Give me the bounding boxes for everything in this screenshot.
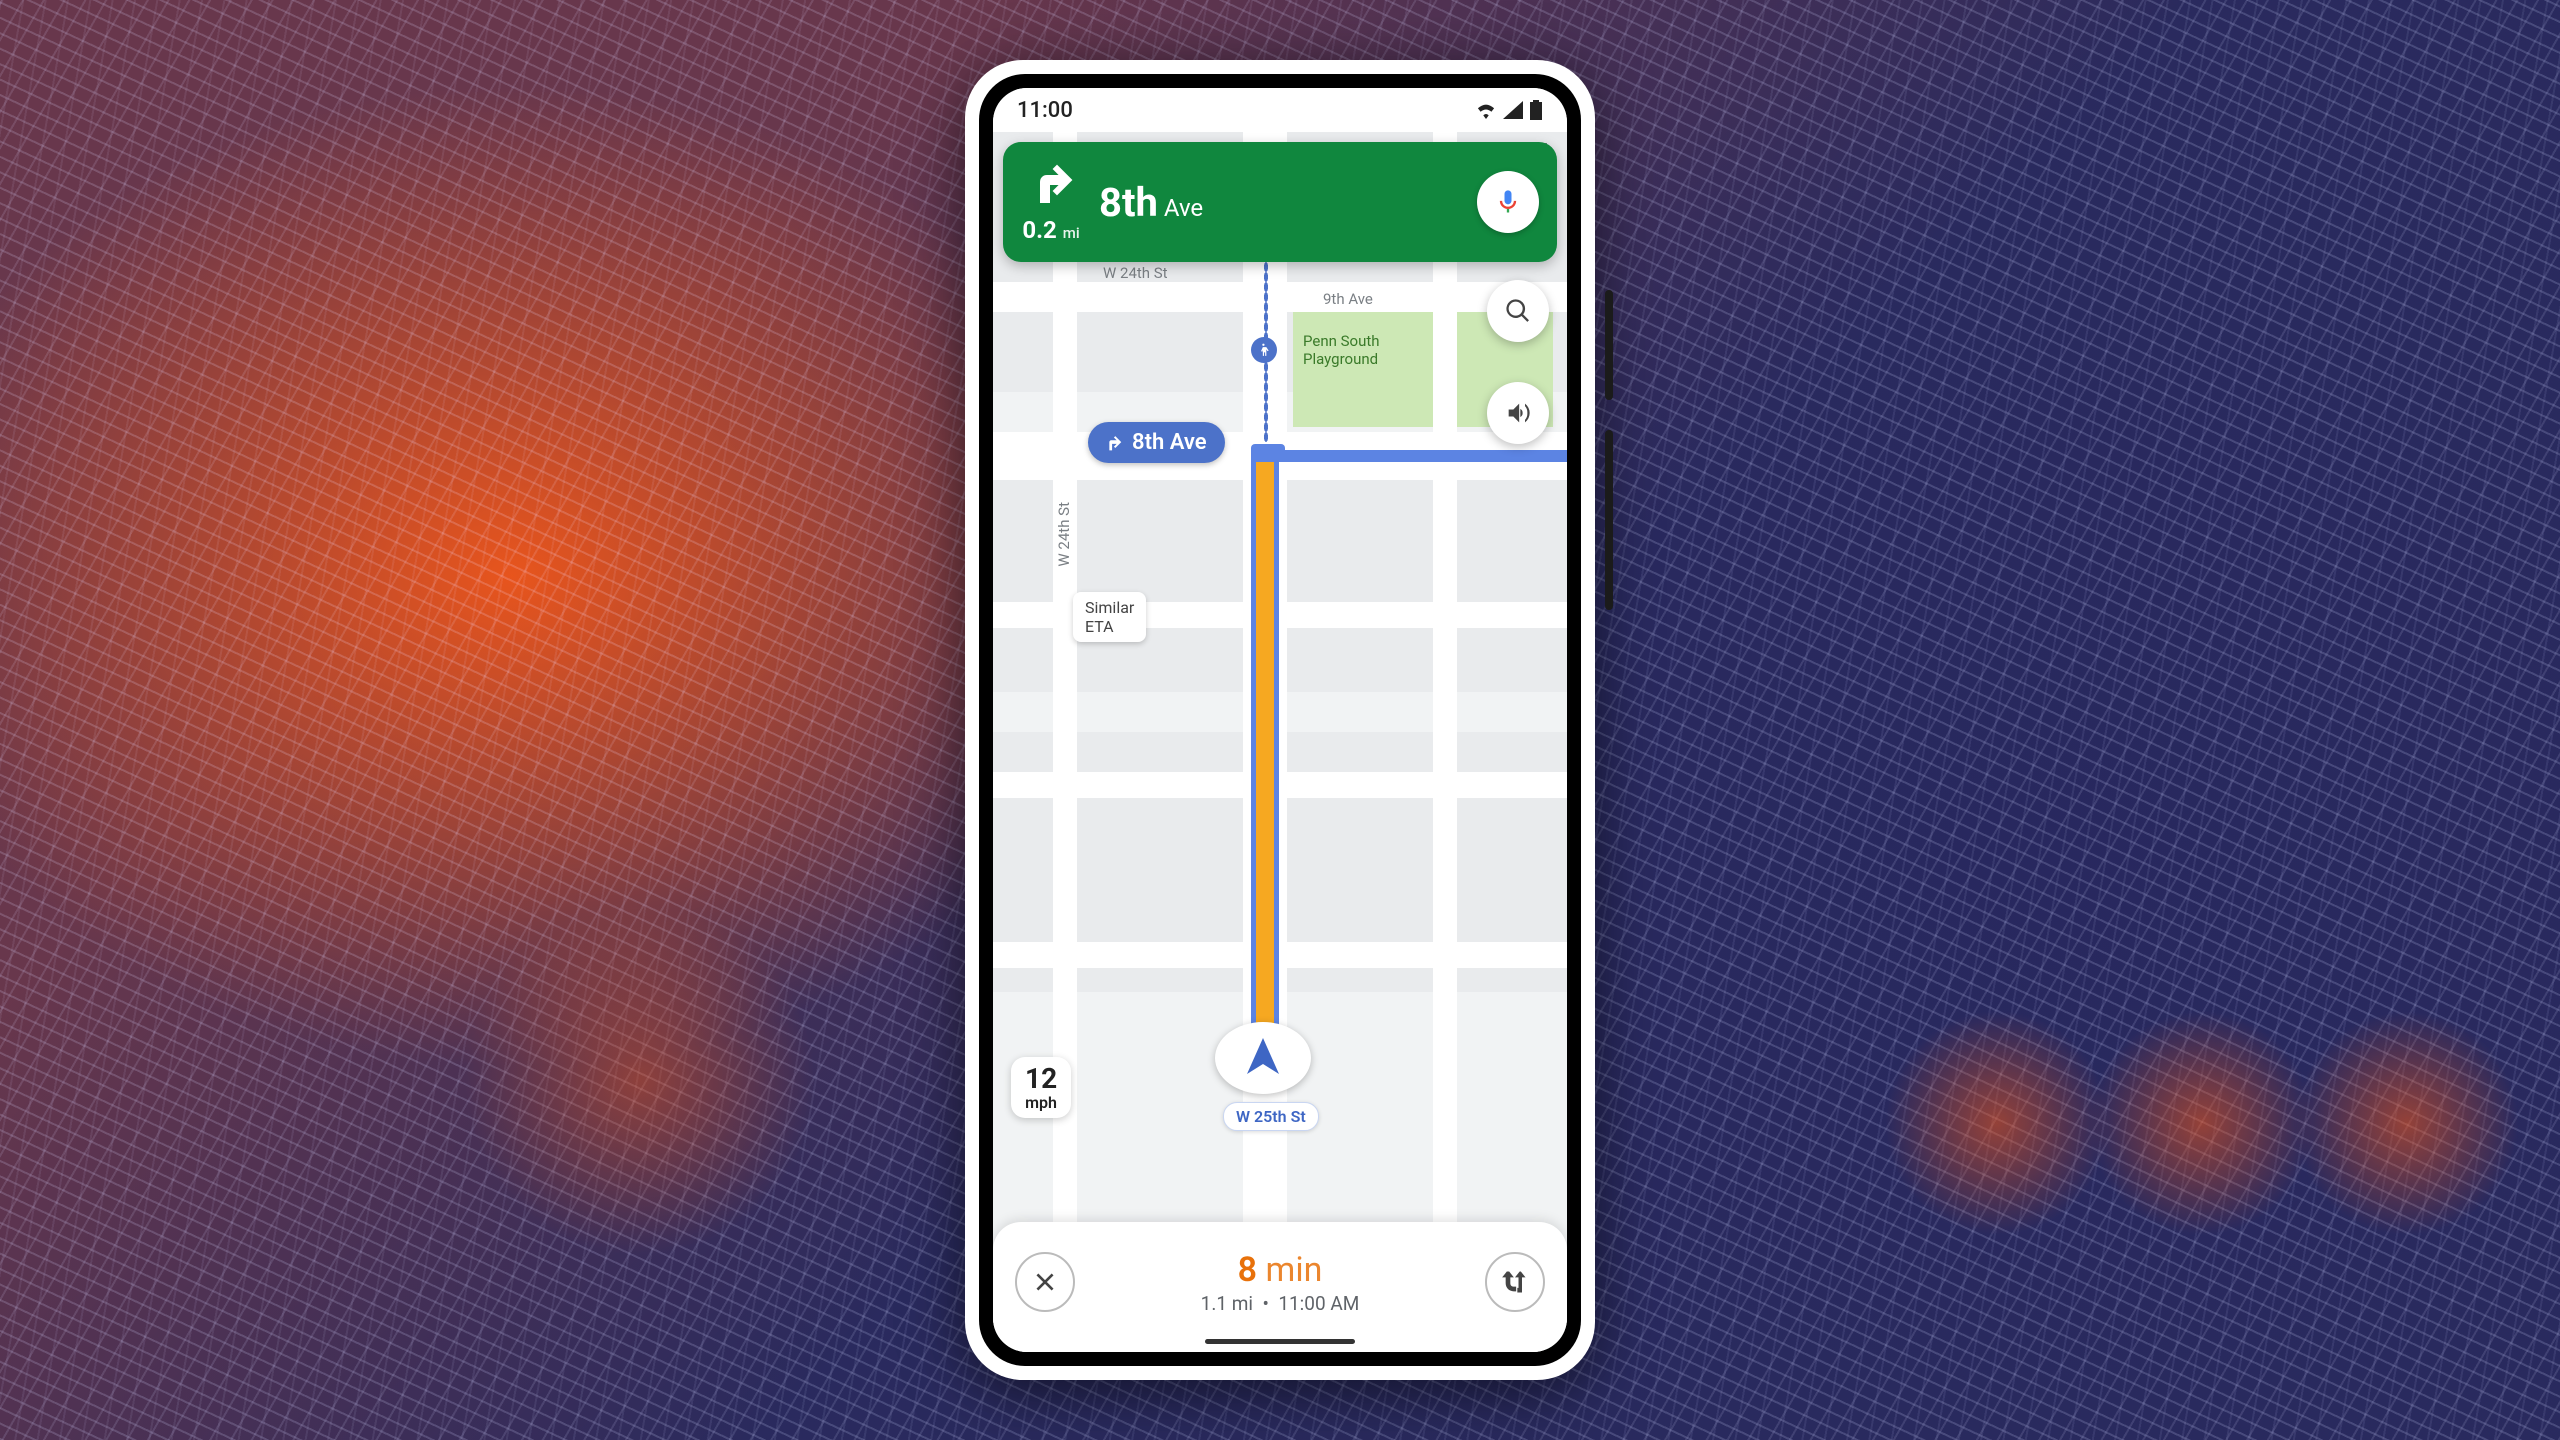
phone-side-button [1605, 290, 1613, 400]
direction-arrow: 0.2 mi [1021, 160, 1081, 244]
status-icons [1475, 100, 1543, 120]
direction-distance: 0.2 [1022, 216, 1057, 244]
direction-street-suffix: Ave [1164, 194, 1203, 222]
wifi-icon [1475, 101, 1497, 119]
status-bar: 11:00 [993, 88, 1567, 132]
home-indicator [1205, 1339, 1355, 1344]
bottom-sheet[interactable]: 8 min 1.1 mi • 11:00 AM [993, 1222, 1567, 1352]
close-icon [1032, 1269, 1058, 1295]
sound-button[interactable] [1487, 382, 1549, 444]
phone-mockup: 11:00 Penn South Playground [965, 60, 1595, 1380]
route-segment-orange [1256, 450, 1274, 1090]
turn-pill-label: 8th Ave [1132, 430, 1207, 455]
turn-right-icon [1102, 432, 1124, 454]
eta-value: 8 [1238, 1250, 1257, 1290]
direction-panel[interactable]: 0.2 mi 8thAve [1003, 142, 1557, 262]
route-segment-blue [1278, 450, 1567, 462]
direction-street-main: 8th [1099, 179, 1158, 226]
map-canvas[interactable]: Penn South Playground 9th Ave W 24th St … [993, 132, 1567, 1352]
eta-summary[interactable]: 8 min 1.1 mi • 11:00 AM [1201, 1250, 1360, 1315]
volume-icon [1504, 399, 1532, 427]
routes-button[interactable] [1485, 1252, 1545, 1312]
street-label: W 24th St [1103, 264, 1168, 282]
phone-screen: 11:00 Penn South Playground [993, 88, 1567, 1352]
speed-unit: mph [1025, 1093, 1057, 1112]
direction-distance-unit: mi [1063, 224, 1080, 242]
mic-icon [1494, 188, 1522, 216]
phone-side-button [1605, 430, 1613, 610]
close-button[interactable] [1015, 1252, 1075, 1312]
search-icon [1504, 297, 1532, 325]
voice-search-button[interactable] [1477, 171, 1539, 233]
turn-pill[interactable]: 8th Ave [1088, 422, 1225, 463]
turn-right-icon [1027, 160, 1075, 208]
signal-icon [1503, 101, 1523, 119]
pedestrian-icon [1251, 337, 1277, 363]
speed-indicator: 12 mph [1011, 1057, 1071, 1118]
turn-corner [1251, 444, 1285, 462]
eta-arrival: 11:00 AM [1278, 1292, 1359, 1315]
status-time: 11:00 [1017, 98, 1073, 123]
alt-routes-icon [1501, 1268, 1529, 1296]
similar-eta-tip[interactable]: Similar ETA [1073, 592, 1146, 642]
street-label: W 24th St [1055, 502, 1073, 567]
current-position[interactable] [1215, 1022, 1311, 1094]
eta-distance: 1.1 mi [1201, 1292, 1253, 1315]
speed-value: 12 [1025, 1065, 1057, 1093]
park-label: Penn South Playground [1303, 332, 1380, 368]
current-street-pill: W 25th St [1223, 1102, 1319, 1131]
battery-icon [1529, 100, 1543, 120]
street-label: 9th Ave [1323, 290, 1373, 308]
search-button[interactable] [1487, 280, 1549, 342]
eta-unit: min [1266, 1250, 1323, 1290]
nav-arrow-icon [1239, 1034, 1287, 1082]
direction-street: 8thAve [1099, 179, 1203, 226]
